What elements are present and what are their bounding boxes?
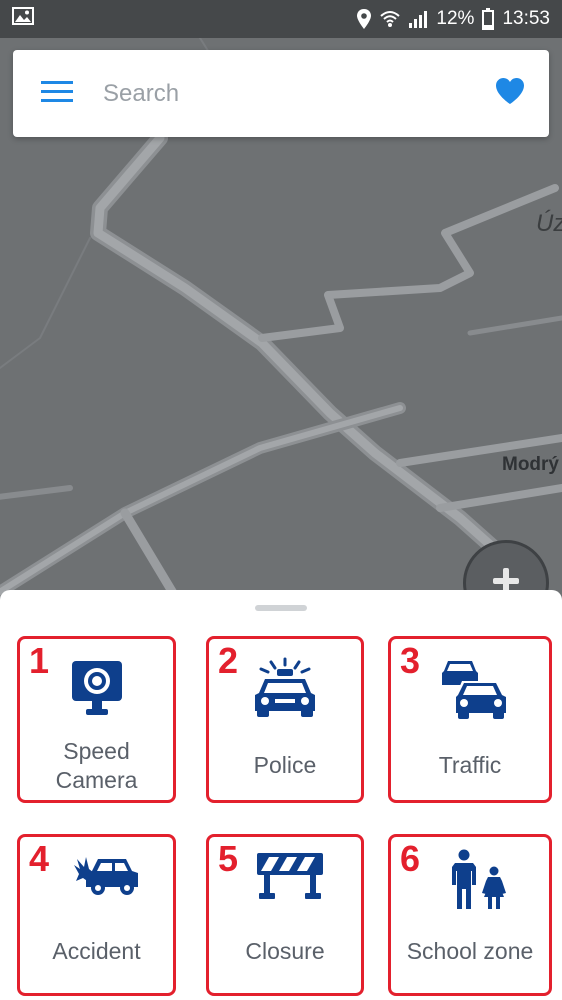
tile-label: Speed Camera xyxy=(55,738,138,793)
search-bar[interactable]: Search xyxy=(13,50,549,137)
school-zone-icon xyxy=(391,849,549,911)
report-accident[interactable]: 4 Accident xyxy=(17,834,176,996)
report-school-zone[interactable]: 6 School zone xyxy=(388,834,552,996)
wifi-icon xyxy=(380,9,401,29)
battery-level: 12% xyxy=(436,8,475,29)
report-closure[interactable]: 5 Closure xyxy=(206,834,364,996)
menu-icon[interactable] xyxy=(41,79,73,108)
tile-label: Police xyxy=(253,752,317,778)
location-icon xyxy=(356,8,372,30)
sheet-drag-handle[interactable] xyxy=(255,605,307,611)
heart-icon[interactable] xyxy=(495,77,525,110)
report-sheet: 1 Speed Camera 2 Police 3 Traffic 4 Acci… xyxy=(0,590,562,1000)
report-police[interactable]: 2 Police xyxy=(206,636,364,803)
image-icon xyxy=(12,7,34,31)
tile-label: Closure xyxy=(245,938,325,964)
police-car-icon xyxy=(209,657,361,719)
tile-label: School zone xyxy=(406,938,534,964)
speed-camera-icon xyxy=(20,659,173,717)
battery-icon xyxy=(482,8,495,30)
map-label: Úz xyxy=(536,210,562,237)
report-traffic[interactable]: 3 Traffic xyxy=(388,636,552,803)
signal-icon xyxy=(408,9,428,29)
road-closure-icon xyxy=(209,851,361,901)
report-speed-camera[interactable]: 1 Speed Camera xyxy=(17,636,176,803)
accident-icon xyxy=(20,855,173,897)
clock: 13:53 xyxy=(502,8,550,29)
search-input[interactable]: Search xyxy=(103,80,495,108)
tile-label: Traffic xyxy=(438,752,502,778)
status-bar: 12% 13:53 xyxy=(0,0,562,38)
map-label: Modrý xyxy=(502,454,559,475)
traffic-icon xyxy=(391,657,549,721)
tile-label: Accident xyxy=(52,938,141,964)
status-indicators: 12% 13:53 xyxy=(356,8,550,30)
